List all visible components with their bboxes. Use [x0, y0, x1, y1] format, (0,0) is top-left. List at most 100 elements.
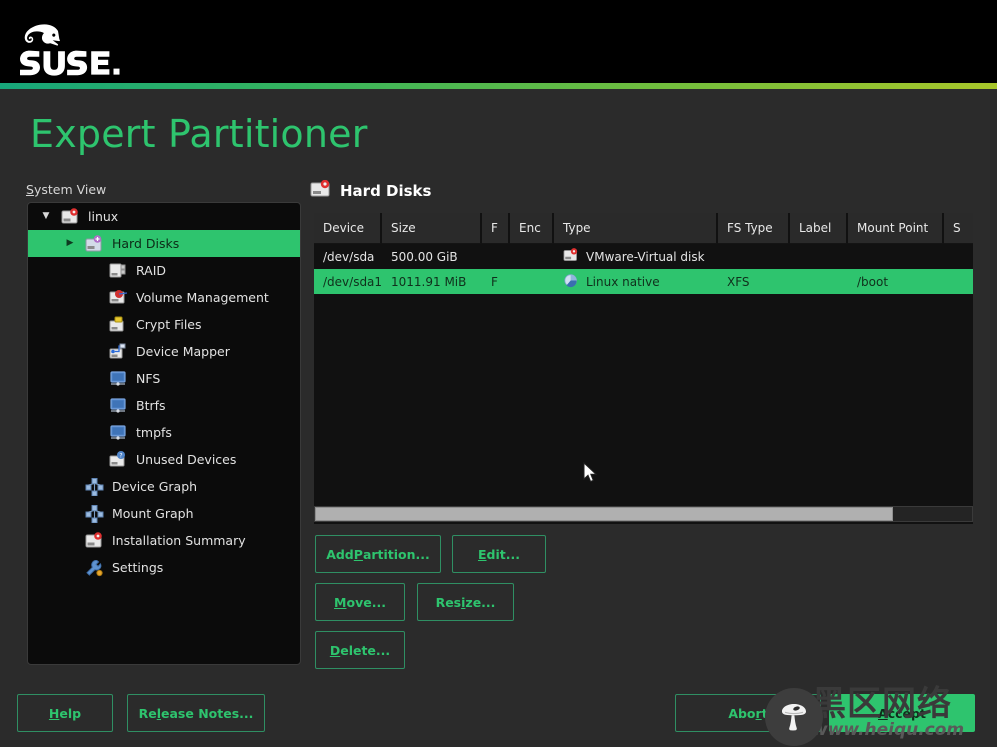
button-label-post: ease Notes...: [161, 705, 254, 721]
cell-text: VMware-Virtual disk: [586, 249, 705, 264]
help-button[interactable]: Help: [17, 694, 113, 732]
scrollbar-thumb[interactable]: [315, 507, 894, 521]
hard-disk-plus-icon: [82, 234, 108, 253]
sidebar-item-label: Crypt Files: [136, 317, 202, 332]
cell-device: /dev/sda: [314, 250, 382, 264]
chevron-down-icon[interactable]: ▼: [34, 212, 58, 221]
move-button[interactable]: Move...: [315, 583, 405, 621]
table-horizontal-scrollbar[interactable]: [314, 506, 973, 522]
button-label-post: ove...: [346, 594, 386, 610]
column-header-s[interactable]: S: [944, 213, 973, 244]
button-label-accel: E: [477, 546, 487, 562]
brand-accent-bar: [0, 83, 997, 89]
button-label-accel: A: [878, 705, 888, 721]
unused-device-icon: ?: [106, 450, 132, 469]
column-header-size[interactable]: Size: [382, 213, 482, 244]
column-header-label: Label: [799, 221, 832, 235]
sidebar-item-label: Device Mapper: [136, 344, 230, 359]
button-label-pre: Re: [138, 705, 157, 721]
sidebar-item-nfs[interactable]: NFS: [28, 365, 300, 392]
network-share-icon: [106, 424, 132, 442]
column-header-label: Type: [563, 221, 591, 235]
cell-device: /dev/sda1: [314, 275, 382, 289]
sidebar-item-device-mapper[interactable]: Device Mapper: [28, 338, 300, 365]
edit-button[interactable]: Edit...: [452, 535, 546, 573]
release-notes-button[interactable]: Re l ease Notes...: [127, 694, 265, 732]
sidebar-item-device-graph[interactable]: Device Graph: [28, 473, 300, 500]
button-label-post: ze...: [465, 594, 496, 610]
sidebar-item-label: Hard Disks: [112, 236, 180, 251]
accept-button[interactable]: Accept: [829, 694, 975, 732]
cell-f: F: [482, 275, 510, 289]
sidebar-item-label: Btrfs: [136, 398, 166, 413]
sidebar-item-btrfs[interactable]: Btrfs: [28, 392, 300, 419]
sidebar-item-mount-graph[interactable]: Mount Graph: [28, 500, 300, 527]
column-header-mount-point[interactable]: Mount Point: [848, 213, 944, 244]
crypt-file-icon: [106, 316, 132, 334]
table-body[interactable]: /dev/sda 500.00 GiB VMware-Virtual disk/de…: [314, 244, 973, 294]
resize-button[interactable]: Res i ze...: [417, 583, 514, 621]
cell-text: XFS: [727, 274, 750, 289]
sidebar-item-crypt-files[interactable]: Crypt Files: [28, 311, 300, 338]
column-header-device[interactable]: Device: [314, 213, 382, 244]
table-row[interactable]: /dev/sda1 1011.91 MiB F Linux native XFS/boo…: [314, 269, 973, 294]
cell-text: 1011.91 MiB: [391, 274, 467, 289]
column-header-label: Device: [323, 221, 365, 235]
cell-size: 500.00 GiB: [382, 250, 482, 264]
sidebar-item-hard-disks[interactable]: ▶ Hard Disks: [28, 230, 300, 257]
cell-text: /dev/sda1: [323, 274, 382, 289]
column-header-label: Mount Point: [857, 221, 929, 235]
expert-partitioner-window: Expert Partitioner System View ▼ linux ▶ Ha…: [0, 0, 997, 747]
graph-icon: [82, 504, 108, 523]
column-header-fs-type[interactable]: FS Type: [718, 213, 790, 244]
sidebar-item-volume-management[interactable]: Volume Management: [28, 284, 300, 311]
cell-text: /boot: [857, 274, 889, 289]
sidebar-item-label: linux: [88, 209, 119, 224]
panel-title: Hard Disks: [340, 182, 432, 200]
cell-type: VMware-Virtual disk: [554, 247, 718, 266]
column-header-label[interactable]: Label: [790, 213, 848, 244]
cell-mount-point: /boot: [848, 275, 944, 289]
sidebar-item-label: Device Graph: [112, 479, 198, 494]
sidebar-item-tmpfs[interactable]: tmpfs: [28, 419, 300, 446]
system-view-label: System View: [26, 182, 106, 197]
sidebar-item-label: Volume Management: [136, 290, 269, 305]
table-row[interactable]: /dev/sda 500.00 GiB VMware-Virtual disk: [314, 244, 973, 269]
raid-icon: [106, 262, 132, 280]
column-header-label: Enc: [519, 221, 541, 235]
sidebar-item-label: Installation Summary: [112, 533, 246, 548]
hard-disk-icon: [82, 531, 108, 550]
partitions-table[interactable]: Device Size F Enc Type FS Type Label Mount Poin…: [314, 213, 973, 524]
button-label-post: t: [761, 705, 768, 721]
chevron-right-icon[interactable]: ▶: [58, 239, 82, 248]
abort-button[interactable]: Abo r t: [675, 694, 821, 732]
add-partition-button[interactable]: Add Partition...: [315, 535, 441, 573]
system-view-tree[interactable]: ▼ linux ▶ Hard Disks RAID Volume Management Cr…: [27, 202, 301, 665]
top-banner: [0, 0, 997, 83]
delete-button[interactable]: Delete...: [315, 631, 405, 669]
column-header-label: F: [491, 221, 498, 235]
button-label-pre: Abo: [728, 705, 756, 721]
column-header-enc[interactable]: Enc: [510, 213, 554, 244]
sidebar-item-linux[interactable]: ▼ linux: [28, 203, 300, 230]
sidebar-item-label: RAID: [136, 263, 167, 278]
sidebar-item-raid[interactable]: RAID: [28, 257, 300, 284]
button-label-accel: D: [329, 642, 341, 658]
cell-text: F: [491, 274, 498, 289]
cell-text: Linux native: [586, 274, 660, 289]
network-share-icon: [106, 397, 132, 415]
column-header-type[interactable]: Type: [554, 213, 718, 244]
sidebar-item-installation-summary[interactable]: Installation Summary: [28, 527, 300, 554]
button-label-accel: M: [334, 594, 347, 610]
button-label-post: artition...: [362, 546, 430, 562]
hard-disk-icon: [58, 207, 84, 226]
sidebar-item-label: Mount Graph: [112, 506, 194, 521]
volume-group-icon: [106, 289, 132, 307]
partition-pie-icon: [563, 273, 580, 291]
column-header-f[interactable]: F: [482, 213, 510, 244]
system-view-accel: S: [26, 182, 34, 197]
sidebar-item-unused-devices[interactable]: ? Unused Devices: [28, 446, 300, 473]
button-label-accel: P: [353, 546, 363, 562]
sidebar-item-settings[interactable]: Settings: [28, 554, 300, 581]
device-mapper-icon: [106, 343, 132, 361]
